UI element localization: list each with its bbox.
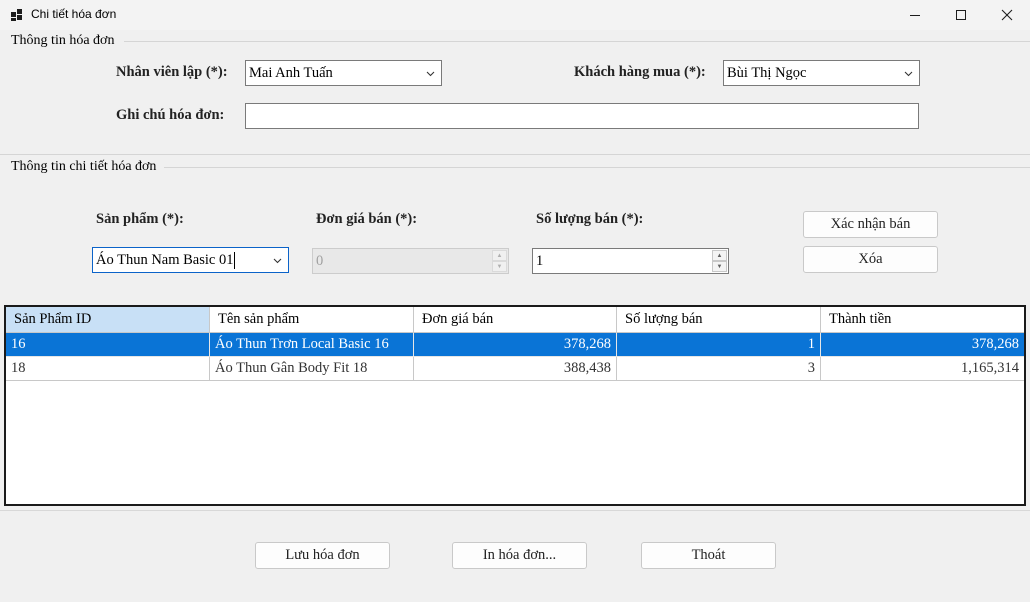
qty-value: 1 [536,252,544,269]
qty-label: Số lượng bán (*): [536,211,644,227]
save-invoice-button[interactable]: Lưu hóa đơn [255,542,390,569]
group-title-detail: Thông tin chi tiết hóa đơn [11,159,160,175]
spin-down-icon: ▼ [492,261,507,272]
column-header-total[interactable]: Thành tiền [821,307,1024,333]
cell-unit-price[interactable]: 388,438 [414,357,617,381]
spin-up-icon: ▲ [492,250,507,261]
spin-up-icon[interactable]: ▲ [712,250,727,261]
product-combobox[interactable]: Áo Thun Nam Basic 01 [92,247,289,273]
table-row[interactable]: 18 Áo Thun Gân Body Fit 18 388,438 3 1,1… [6,357,1024,381]
text-caret [234,251,236,269]
note-label: Ghi chú hóa đơn: [116,107,225,123]
minimize-icon [910,15,920,16]
cell-unit-price[interactable]: 378,268 [414,333,617,357]
chevron-down-icon [904,71,913,77]
confirm-sale-button[interactable]: Xác nhận bán [803,211,938,238]
employee-combobox[interactable]: Mai Anh Tuấn [245,60,442,86]
maximize-icon [956,10,966,20]
maximize-button[interactable] [938,0,984,30]
window-title: Chi tiết hóa đơn [31,7,117,21]
cell-quantity[interactable]: 3 [617,357,821,381]
print-invoice-button[interactable]: In hóa đơn... [452,542,587,569]
column-header-product-name[interactable]: Tên sản phẩm [210,307,414,333]
column-header-quantity[interactable]: Số lượng bán [617,307,821,333]
cell-total[interactable]: 378,268 [821,333,1024,357]
delete-button[interactable]: Xóa [803,246,938,273]
qty-spinbox[interactable]: 1 ▲ ▼ [532,248,729,274]
minimize-button[interactable] [892,0,938,30]
cell-product-name[interactable]: Áo Thun Gân Body Fit 18 [210,357,414,381]
product-label: Sản phẩm (*): [96,211,184,227]
exit-button[interactable]: Thoát [641,542,776,569]
title-bar[interactable]: Chi tiết hóa đơn [0,0,1030,30]
customer-value: Bùi Thị Ngọc [727,64,807,81]
note-input[interactable] [245,103,919,129]
price-spinbox: 0 ▲ ▼ [312,248,509,274]
spin-down-icon[interactable]: ▼ [712,261,727,272]
customer-combobox[interactable]: Bùi Thị Ngọc [723,60,920,86]
close-icon [1001,9,1013,21]
group-border-invoice [124,41,1030,42]
employee-value: Mai Anh Tuấn [249,64,333,81]
invoice-detail-grid[interactable]: Sản Phẩm ID Tên sản phẩm Đơn giá bán Số … [4,305,1026,506]
group-divider [0,154,1030,155]
column-header-unit-price[interactable]: Đơn giá bán [414,307,617,333]
footer-divider [0,510,1030,511]
close-button[interactable] [984,0,1030,30]
chevron-down-icon [426,71,435,77]
price-value: 0 [316,252,324,269]
cell-quantity[interactable]: 1 [617,333,821,357]
cell-product-name[interactable]: Áo Thun Trơn Local Basic 16 [210,333,414,357]
employee-label: Nhân viên lập (*): [116,64,228,80]
cell-product-id[interactable]: 16 [6,333,210,357]
cell-total[interactable]: 1,165,314 [821,357,1024,381]
customer-label: Khách hàng mua (*): [574,64,706,80]
group-border-detail [164,167,1030,168]
app-icon [11,9,23,21]
product-value: Áo Thun Nam Basic 01 [96,251,234,268]
column-header-product-id[interactable]: Sản Phẩm ID [6,307,210,333]
chevron-down-icon [273,258,282,264]
price-label: Đơn giá bán (*): [316,211,418,227]
cell-product-id[interactable]: 18 [6,357,210,381]
table-row[interactable]: 16 Áo Thun Trơn Local Basic 16 378,268 1… [6,333,1024,357]
group-title-invoice: Thông tin hóa đơn [11,33,118,49]
